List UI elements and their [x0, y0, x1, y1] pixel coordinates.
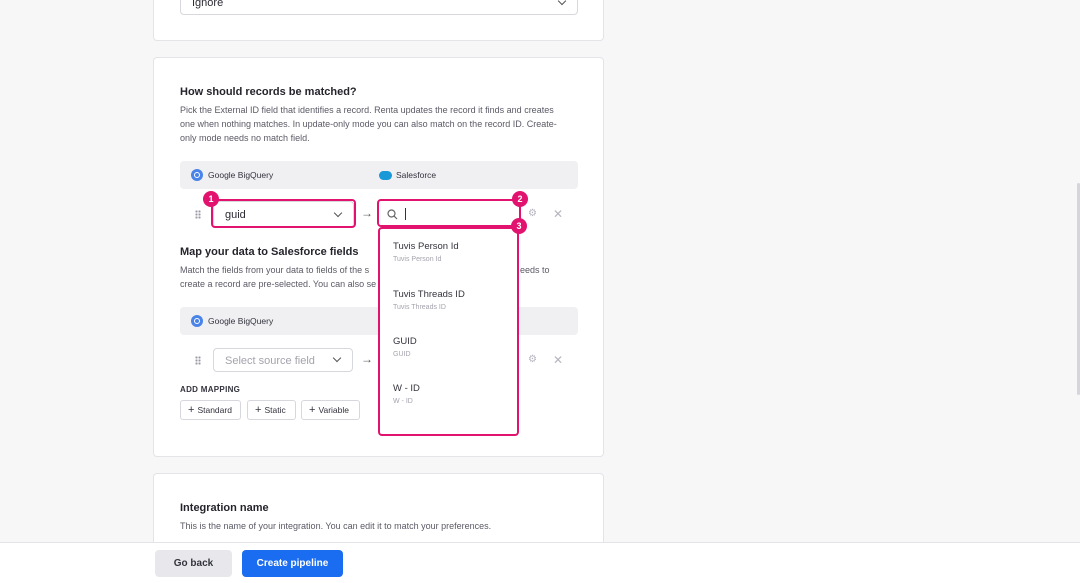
mapping-source-name: Google BigQuery: [208, 316, 274, 326]
create-pipeline-button[interactable]: Create pipeline: [242, 550, 343, 577]
mapping-description-line-2: create a record are pre-selected. You ca…: [180, 279, 377, 289]
arrow-right-icon: →: [361, 352, 373, 366]
drag-handle-icon[interactable]: [195, 356, 201, 365]
plus-icon: +: [255, 404, 262, 416]
source-name: Google BigQuery: [208, 170, 274, 180]
option-sublabel: Tuvis Person Id: [393, 256, 442, 263]
close-icon[interactable]: ✕: [553, 207, 563, 221]
integration-title: Integration name: [180, 502, 269, 514]
option-label: Tuvis Threads ID: [393, 289, 465, 300]
dropdown-option[interactable]: GUID GUID: [393, 336, 417, 358]
destination-name: Salesforce: [396, 170, 437, 180]
add-standard-button[interactable]: + Standard: [180, 400, 241, 420]
matching-description-line-2: one when nothing matches. In update-only…: [180, 119, 557, 129]
step-badge-3: 3: [511, 218, 527, 234]
drag-handle-icon[interactable]: [195, 210, 201, 219]
bigquery-icon: [191, 169, 203, 181]
dropdown-option[interactable]: W - ID W - ID: [393, 383, 420, 405]
dropdown-option[interactable]: Tuvis Threads ID Tuvis Threads ID: [393, 289, 465, 311]
gear-icon[interactable]: ⚙: [528, 208, 537, 219]
previous-select-value: Ignore: [192, 0, 224, 9]
plus-icon: +: [188, 404, 195, 416]
add-variable-button[interactable]: + Variable: [301, 400, 360, 420]
chevron-down-icon: [332, 353, 342, 363]
mapping-title: Map your data to Salesforce fields: [180, 246, 359, 258]
dropdown-option[interactable]: Tuvis Person Id Tuvis Person Id: [393, 241, 459, 263]
footer-bar: Go back Create pipeline: [0, 542, 1080, 583]
previous-select[interactable]: Ignore: [180, 0, 578, 15]
arrow-right-icon: →: [361, 206, 373, 220]
mapping-source-select[interactable]: Select source field: [213, 348, 353, 372]
option-label: GUID: [393, 336, 417, 347]
matching-description-line-3: only mode needs no match field.: [180, 133, 310, 143]
option-sublabel: Tuvis Threads ID: [393, 304, 446, 311]
salesforce-icon: [379, 171, 392, 180]
chevron-down-icon: [557, 0, 567, 6]
go-back-button[interactable]: Go back: [155, 550, 232, 577]
highlight-search-field: [377, 199, 521, 227]
step-badge-2: 2: [512, 191, 528, 207]
bigquery-icon: [191, 315, 203, 327]
add-variable-label: Variable: [318, 405, 349, 415]
mapping-source-placeholder: Select source field: [225, 355, 315, 367]
step-badge-1: 1: [203, 191, 219, 207]
option-sublabel: W - ID: [393, 398, 413, 405]
gear-icon[interactable]: ⚙: [528, 354, 537, 365]
plus-icon: +: [309, 404, 316, 416]
option-sublabel: GUID: [393, 351, 411, 358]
matching-header-bar: Google BigQuery Salesforce: [180, 161, 578, 189]
highlight-source-field: [211, 199, 356, 228]
matching-description-line-1: Pick the External ID field that identifi…: [180, 105, 554, 115]
destination-field-dropdown: Tuvis Person Id Tuvis Person Id Tuvis Th…: [378, 227, 519, 436]
option-label: W - ID: [393, 383, 420, 394]
add-static-label: Static: [264, 405, 286, 415]
close-icon[interactable]: ✕: [553, 353, 563, 367]
previous-settings-card: Ignore: [153, 0, 604, 41]
add-static-button[interactable]: + Static: [247, 400, 296, 420]
mapping-description-line-1-right: eeds to: [520, 265, 550, 275]
add-standard-label: Standard: [197, 405, 232, 415]
integration-description: This is the name of your integration. Yo…: [180, 521, 492, 531]
matching-title: How should records be matched?: [180, 86, 357, 98]
option-label: Tuvis Person Id: [393, 241, 459, 252]
mapping-description-line-1-left: Match the fields from your data to field…: [180, 265, 370, 275]
add-mapping-label: ADD MAPPING: [180, 385, 241, 394]
